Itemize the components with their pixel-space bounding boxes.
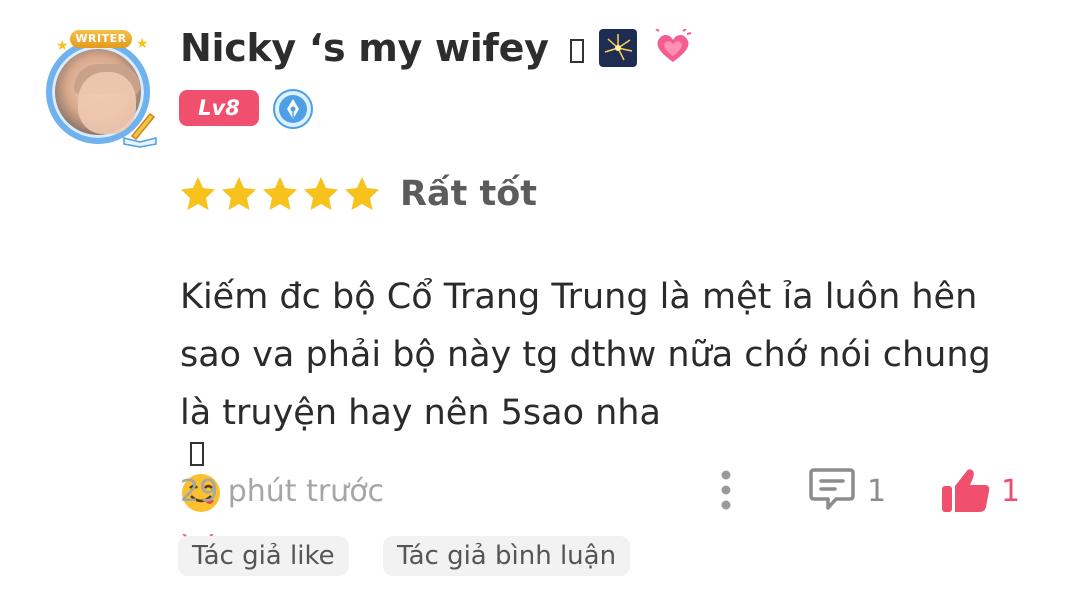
review-line: là truyện hay nên 5sao nha — [180, 393, 661, 433]
post-time: 29 phút trước — [180, 474, 385, 509]
tag-author-like: Tác giả like — [178, 536, 349, 576]
comment-icon[interactable] — [808, 466, 856, 512]
box-glyph-icon — [569, 39, 584, 63]
star-icon — [304, 177, 338, 210]
like-count: 1 — [1001, 474, 1021, 509]
star-icon — [345, 177, 379, 210]
review-text: Kiếm đc bộ Cổ Trang Trung là mệt ỉa luôn… — [180, 268, 1040, 582]
rating-stars: Rất tốt — [178, 174, 537, 214]
star-icon — [181, 177, 215, 210]
quill-book-icon — [123, 112, 157, 148]
fireworks-icon — [598, 29, 637, 67]
more-options-icon[interactable] — [718, 468, 734, 512]
writer-badge: WRITER — [70, 30, 132, 48]
rating-label: Rất tốt — [400, 174, 537, 214]
star-icon — [222, 177, 256, 210]
tag-author-comment: Tác giả bình luận — [383, 536, 631, 576]
review-line: Kiếm đc bộ Cổ Trang Trung là mệt ỉa luôn… — [180, 277, 978, 317]
growing-heart-icon — [653, 28, 693, 74]
thumbs-up-icon[interactable] — [940, 466, 992, 514]
username[interactable]: Nicky ‘s my wifey — [180, 26, 693, 74]
box-glyph-icon — [190, 442, 204, 466]
level-badge: Lv8 — [179, 90, 259, 126]
comment-count: 1 — [867, 474, 887, 509]
review-line: sao va phải bộ này tg dthw nữa chớ nói c… — [180, 335, 991, 375]
pen-nib-icon — [273, 89, 313, 129]
star-icon: ★ — [136, 36, 149, 52]
user-avatar[interactable]: WRITER ★ ★ — [38, 30, 162, 150]
star-icon: ★ — [56, 38, 69, 54]
username-text: Nicky ‘s my wifey — [180, 26, 549, 70]
star-icon — [263, 177, 297, 210]
